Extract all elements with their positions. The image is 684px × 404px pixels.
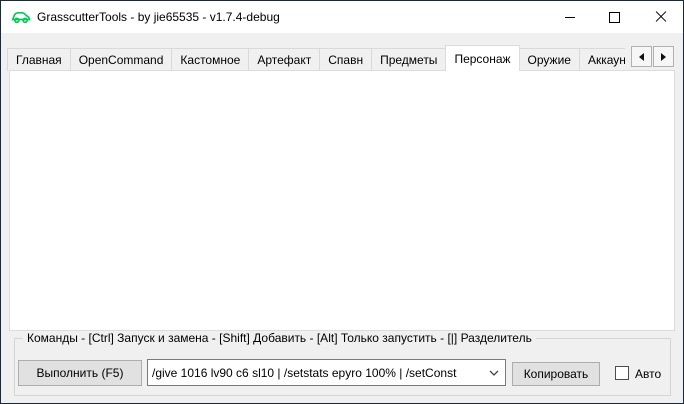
window-title: GrasscutterTools - by jie65535 - v1.7.4-… xyxy=(37,1,280,33)
minimize-icon xyxy=(565,17,575,18)
maximize-icon xyxy=(609,12,620,23)
tab-page-personazh xyxy=(9,70,675,331)
copy-command-button[interactable]: Копировать xyxy=(512,362,600,386)
tab-opencommand[interactable]: OpenCommand xyxy=(70,48,173,71)
tab-artefakt[interactable]: Артефакт xyxy=(248,48,320,71)
auto-checkbox-label: Авто xyxy=(635,367,661,381)
tab-scroll-right-button[interactable] xyxy=(653,46,674,67)
group-commands-title: Команды - [Ctrl] Запуск и замена - [Shif… xyxy=(23,331,536,345)
run-command-label: Выполнить (F5) xyxy=(37,366,124,380)
app-window: GrasscutterTools - by jie65535 - v1.7.4-… xyxy=(0,0,684,404)
command-input-value: /give 1016 lv90 c6 sl10 | /setstats epyr… xyxy=(152,366,483,380)
tab-spavn[interactable]: Спавн xyxy=(319,48,372,71)
tab-glavnaya[interactable]: Главная xyxy=(7,48,71,71)
minimize-button[interactable] xyxy=(547,1,592,33)
group-commands: Команды - [Ctrl] Запуск и замена - [Shif… xyxy=(14,338,671,396)
tab-strip: Главная OpenCommand Кастомное Артефакт С… xyxy=(7,45,625,71)
run-command-button[interactable]: Выполнить (F5) xyxy=(18,360,142,386)
title-bar[interactable]: GrasscutterTools - by jie65535 - v1.7.4-… xyxy=(1,1,683,33)
close-icon xyxy=(655,11,667,23)
tab-oruzhie[interactable]: Оружие xyxy=(519,48,580,71)
auto-checkbox[interactable] xyxy=(615,366,629,380)
chevron-down-icon xyxy=(483,370,505,376)
tab-predmety[interactable]: Предметы xyxy=(371,48,446,71)
app-icon xyxy=(11,9,31,25)
close-button[interactable] xyxy=(638,1,684,33)
tab-scroll-left-button[interactable] xyxy=(631,46,652,67)
copy-command-label: Копировать xyxy=(524,367,589,381)
arrow-left-icon xyxy=(639,53,644,61)
tab-akkaunt[interactable]: Аккаунт xyxy=(579,48,625,71)
maximize-button[interactable] xyxy=(592,1,637,33)
tab-kastomnoe[interactable]: Кастомное xyxy=(171,48,249,71)
command-input[interactable]: /give 1016 lv90 c6 sl10 | /setstats epyr… xyxy=(147,359,506,386)
arrow-right-icon xyxy=(661,53,666,61)
tab-personazh[interactable]: Персонаж xyxy=(445,45,519,71)
